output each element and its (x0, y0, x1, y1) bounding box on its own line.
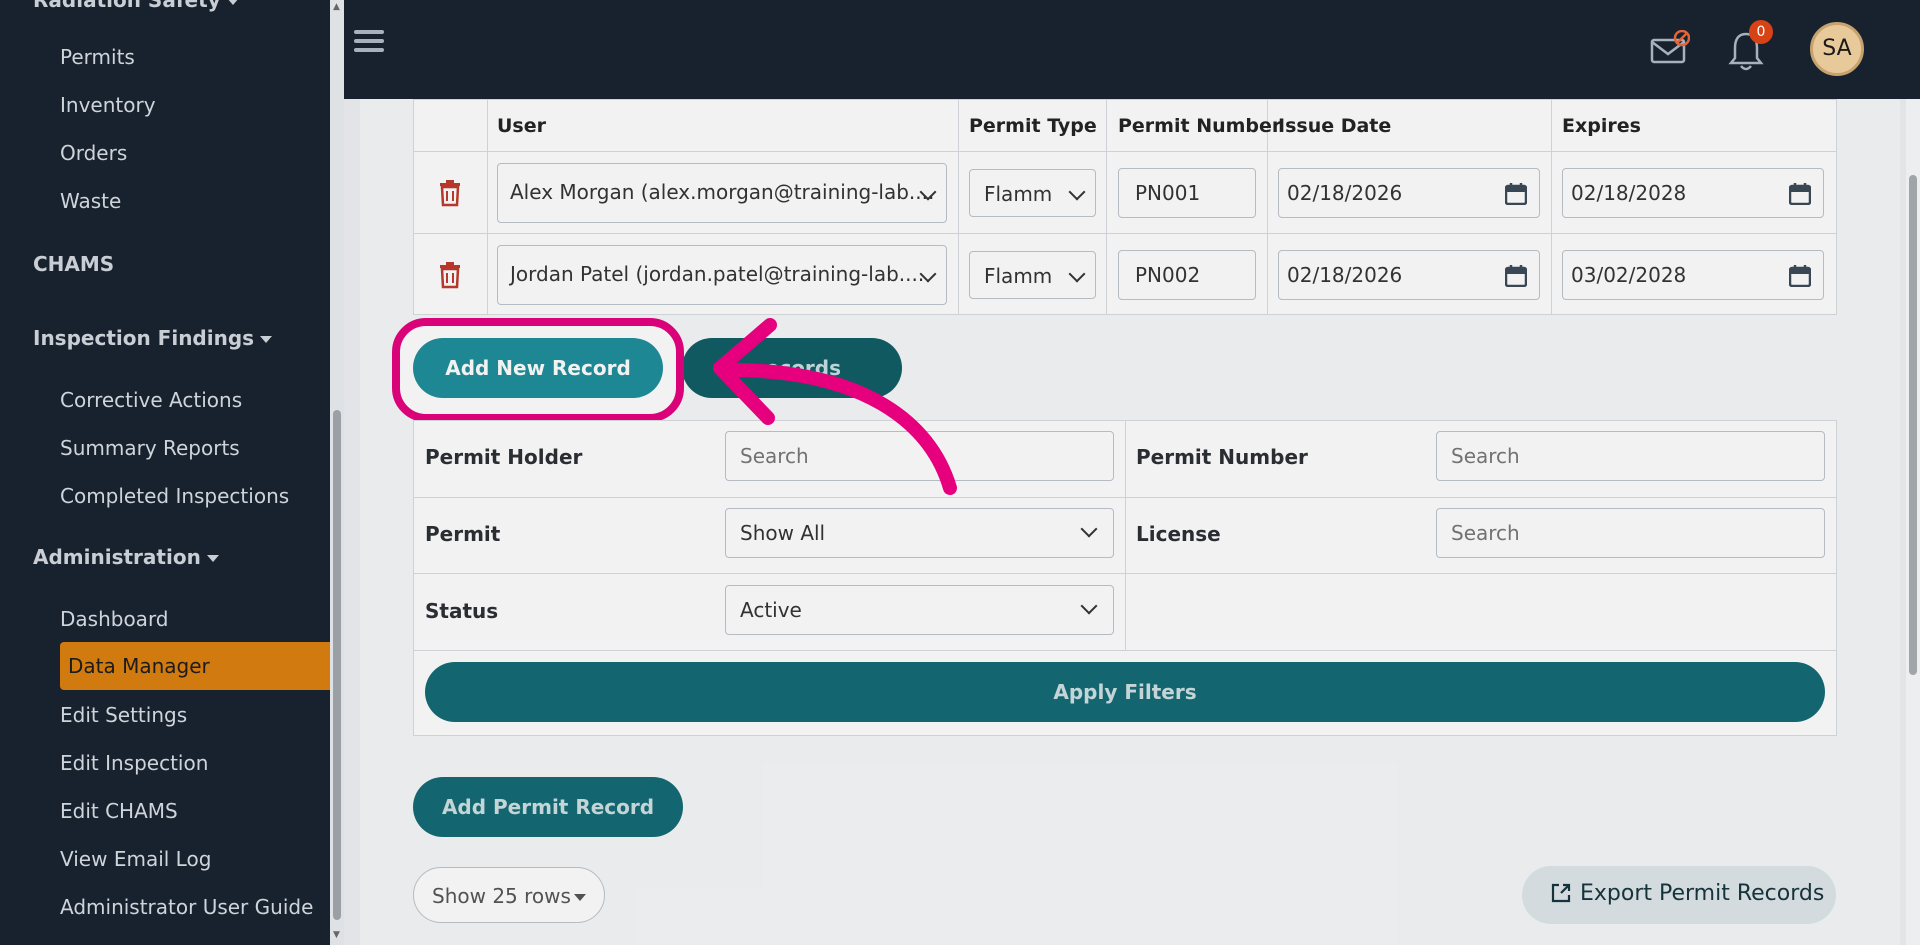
add-new-record-button[interactable]: Add New Record (413, 338, 663, 398)
status-select-value: Active (740, 598, 802, 622)
export-label: Export Permit Records (1580, 881, 1825, 906)
status-label: Status (425, 599, 499, 623)
calendar-icon[interactable] (1505, 265, 1527, 287)
sidebar-scrollbar[interactable]: ▲ ▼ (330, 0, 344, 945)
permit-select-value: Show All (740, 521, 826, 545)
sidebar-item-summary-reports[interactable]: Summary Reports (60, 436, 240, 460)
sidebar-section-inspection-findings[interactable]: Inspection Findings (33, 326, 273, 350)
avatar[interactable]: SA (1810, 22, 1864, 76)
sidebar-section-chams[interactable]: CHAMS (33, 252, 114, 276)
sidebar-item-label: Data Manager (68, 654, 210, 678)
calendar-icon[interactable] (1789, 183, 1811, 205)
trash-icon[interactable] (437, 179, 463, 207)
annotation-arrow-icon (713, 318, 957, 495)
scrollbar-thumb[interactable] (333, 410, 341, 920)
permit-holder-label: Permit Holder (425, 445, 583, 469)
caret-down-icon (574, 894, 586, 901)
column-header-permit-number[interactable]: Permit Number (1118, 115, 1281, 137)
permit-number-label: Permit Number (1136, 445, 1308, 469)
expires-date-value: 02/18/2028 (1571, 181, 1687, 205)
permit-label: Permit (425, 522, 501, 546)
chevron-down-icon (1068, 183, 1086, 201)
calendar-icon[interactable] (1505, 183, 1527, 205)
caret-down-icon (226, 0, 239, 5)
scroll-down-icon[interactable]: ▼ (333, 930, 340, 940)
issue-date-input[interactable]: 02/18/2026 (1278, 250, 1540, 300)
sidebar-item-view-email-log[interactable]: View Email Log (60, 847, 211, 871)
show-rows-dropdown[interactable]: Show 25 rows (413, 867, 605, 923)
sidebar-item-edit-inspection[interactable]: Edit Inspection (60, 751, 208, 775)
user-select[interactable]: Jordan Patel (jordan.patel@training-lab.… (497, 245, 947, 305)
sidebar-item-edit-settings[interactable]: Edit Settings (60, 703, 187, 727)
issue-date-value: 02/18/2026 (1287, 181, 1403, 205)
sidebar-item-orders[interactable]: Orders (60, 141, 127, 165)
sidebar-item-completed-inspections[interactable]: Completed Inspections (60, 484, 289, 508)
calendar-icon[interactable] (1789, 265, 1811, 287)
export-permit-records-button[interactable]: Export Permit Records (1522, 866, 1836, 924)
apply-filters-button[interactable]: Apply Filters (425, 662, 1825, 722)
permit-type-value: Flamm (984, 182, 1053, 206)
column-header-permit-type[interactable]: Permit Type (969, 115, 1097, 137)
expires-date-value: 03/02/2028 (1571, 263, 1687, 287)
sidebar-item-dashboard[interactable]: Dashboard (60, 607, 169, 631)
sidebar-item-edit-chams[interactable]: Edit CHAMS (60, 799, 178, 823)
permit-number-input[interactable]: PN002 (1118, 250, 1256, 300)
permit-number-search[interactable]: Search (1436, 431, 1825, 481)
expires-date-input[interactable]: 02/18/2028 (1562, 168, 1824, 218)
expires-date-input[interactable]: 03/02/2028 (1562, 250, 1824, 300)
permit-number-input[interactable]: PN001 (1118, 168, 1256, 218)
user-select-value: Jordan Patel (jordan.patel@training-lab.… (510, 262, 925, 286)
show-rows-label: Show 25 rows (432, 884, 571, 908)
column-header-expires[interactable]: Expires (1562, 115, 1641, 137)
sidebar-item-data-manager[interactable]: Data Manager (60, 642, 330, 690)
scrollbar-thumb[interactable] (1909, 175, 1917, 675)
permit-type-select[interactable]: Flamm (969, 251, 1096, 299)
user-select[interactable]: Alex Morgan (alex.morgan@training-lab...… (497, 163, 947, 223)
license-search[interactable]: Search (1436, 508, 1825, 558)
sidebar-section-radiation-safety[interactable]: Radiation Safety (33, 0, 239, 12)
sidebar-item-admin-user-guide[interactable]: Administrator User Guide (60, 895, 313, 919)
top-navbar: 0 SA (344, 0, 1920, 99)
chevron-down-icon (1080, 597, 1098, 615)
hamburger-menu-icon[interactable] (354, 30, 384, 56)
sidebar-section-administration[interactable]: Administration (33, 545, 219, 569)
sidebar: Radiation Safety Permits Inventory Order… (0, 0, 330, 945)
notification-badge: 0 (1749, 20, 1773, 44)
permit-type-value: Flamm (984, 264, 1053, 288)
issue-date-input[interactable]: 02/18/2026 (1278, 168, 1540, 218)
caret-down-icon (260, 336, 273, 343)
sidebar-item-waste[interactable]: Waste (60, 189, 121, 213)
caret-down-icon (206, 555, 219, 562)
scroll-up-icon[interactable]: ▲ (333, 2, 340, 12)
add-permit-record-button[interactable]: Add Permit Record (413, 777, 683, 837)
column-header-user[interactable]: User (497, 115, 546, 137)
status-select[interactable]: Active (725, 585, 1114, 635)
user-select-value: Alex Morgan (alex.morgan@training-lab...… (510, 180, 935, 204)
permit-select[interactable]: Show All (725, 508, 1114, 558)
license-label: License (1136, 522, 1221, 546)
export-icon (1551, 883, 1571, 903)
sidebar-item-corrective-actions[interactable]: Corrective Actions (60, 388, 242, 412)
trash-icon[interactable] (437, 261, 463, 289)
chevron-down-icon (1068, 265, 1086, 283)
sidebar-item-permits[interactable]: Permits (60, 45, 135, 69)
sidebar-item-inventory[interactable]: Inventory (60, 93, 156, 117)
issue-date-value: 02/18/2026 (1287, 263, 1403, 287)
column-header-issue-date[interactable]: Issue Date (1278, 115, 1391, 137)
chevron-down-icon (1080, 520, 1098, 538)
permit-type-select[interactable]: Flamm (969, 169, 1096, 217)
main-scrollbar[interactable] (1906, 99, 1920, 945)
mail-blocked-icon[interactable] (1650, 30, 1690, 66)
